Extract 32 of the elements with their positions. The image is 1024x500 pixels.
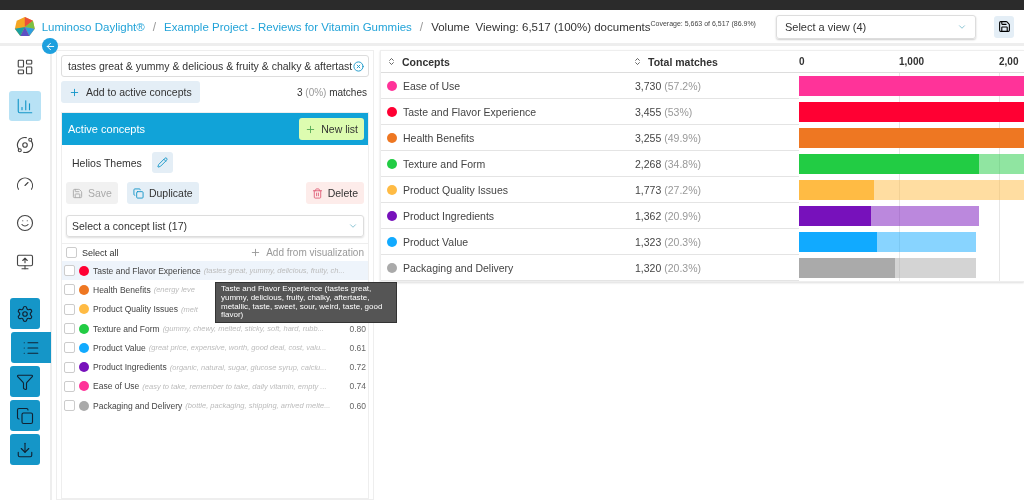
concept-name: Product Value — [403, 235, 469, 248]
breadcrumb-separator: / — [419, 19, 424, 34]
select-all-label: Select all — [82, 247, 119, 258]
card-title: Active concepts — [68, 123, 146, 135]
axis-tick-label: 0 — [799, 56, 806, 67]
concept-name: Packaging and Delivery — [93, 400, 183, 411]
concept-name: Ease of Use — [93, 381, 140, 392]
concept-score: 0.74 — [349, 381, 366, 392]
breadcrumb-separator: / — [152, 19, 157, 34]
concept-name: Ease of Use — [403, 79, 461, 92]
concept-name: Product Value — [93, 342, 146, 353]
concept-name: Texture and Form — [93, 323, 160, 334]
concept-name: Product Quality Issues — [93, 304, 179, 315]
concept-score: 0.80 — [349, 323, 366, 334]
concept-name: Health Benefits — [93, 284, 151, 295]
concept-name: Product Quality Issues — [403, 183, 509, 196]
concept-name: Packaging and Delivery — [403, 261, 514, 274]
axis-tick-label: 1,000 — [899, 56, 926, 67]
concept-name: Taste and Flavor Experience — [93, 265, 201, 276]
concept-name: Product Ingredients — [403, 209, 495, 222]
concept-name: Taste and Flavor Experience — [403, 105, 537, 118]
concept-score: 0.72 — [349, 362, 366, 373]
list-name: Helios Themes — [72, 156, 142, 169]
concept-name: Product Ingredients — [93, 362, 167, 373]
axis-tick-label: 2,00 — [999, 56, 1020, 67]
concept-score: 0.61 — [349, 342, 366, 353]
concept-name: Health Benefits — [403, 131, 475, 144]
matches-count: 3 (0%) matches — [296, 86, 367, 98]
concept-score: 0.60 — [349, 400, 366, 411]
concept-name: Texture and Form — [403, 157, 486, 170]
breadcrumb-current: Volume — [431, 20, 470, 33]
tooltip: Taste and Flavor Experience (tastes great, yummy, delicious, fruity, chalky, aftertaste, metallic, taste, sweet, sour, weird, taste, good flavor) — [215, 282, 397, 324]
